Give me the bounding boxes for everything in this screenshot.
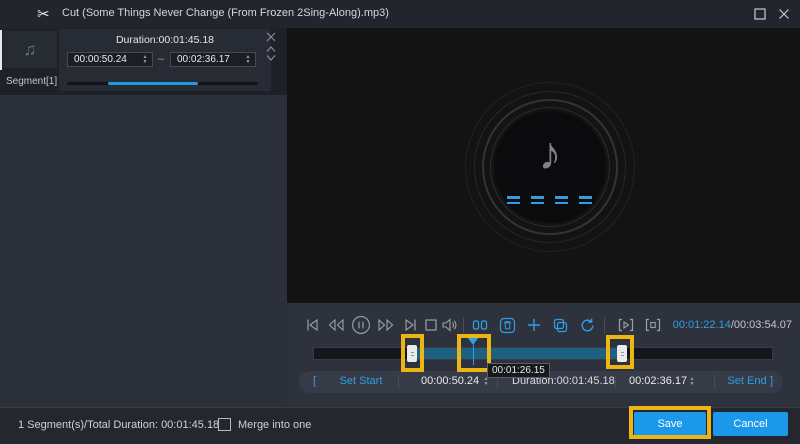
title-bar: ✂ Cut (Some Things Never Change (From Fr… [0,0,800,28]
segment-list-strip: ♫ Segment[1] Duration:00:01:45.18 00:00:… [0,28,287,95]
skip-start-icon[interactable] [301,314,323,336]
merge-into-one-label: Merge into one [238,419,312,431]
segment-mini-progress [67,82,258,85]
segment-start-input[interactable]: 00:00:50.24 ▲ ▼ [67,52,153,67]
scissors-icon: ✂ [37,6,50,23]
close-bracket: ] [769,375,773,387]
delete-segment-icon[interactable] [496,314,518,336]
segment-list-body: Add Segment Fast Split [0,95,287,444]
equalizer-bars-icon [531,196,544,205]
rewind-icon[interactable] [325,314,347,336]
segment-move-up-icon[interactable] [265,45,277,53]
spinner-down-icon[interactable]: ▼ [484,382,489,387]
trim-start-input[interactable]: 00:00:50.24 [421,375,479,387]
skip-end-icon[interactable] [399,314,421,336]
segment-thumbnail[interactable]: ♫ [3,31,57,68]
equalizer-bars-icon [507,196,520,205]
spinner-down-icon[interactable]: ▼ [143,59,148,65]
segment-end-spinner[interactable]: ▲ ▼ [243,53,253,66]
range-dash: – [158,53,165,65]
action-bar-divider [398,375,399,389]
segment-end-input[interactable]: 00:02:36.17 ▲ ▼ [170,52,256,67]
segment-start-value: 00:00:50.24 [74,54,127,65]
playhead-marker[interactable] [467,337,479,345]
equalizer-bars-icon [579,196,592,205]
pause-icon[interactable] [350,314,372,336]
spinner-down-icon[interactable]: ▼ [246,59,251,65]
play-segment-icon[interactable] [615,314,637,336]
reset-icon[interactable] [576,314,598,336]
trim-end-handle[interactable] [617,345,627,362]
action-bar-divider [615,375,616,389]
playhead-time-tooltip: 00:01:26.15 [487,363,550,378]
maximize-button[interactable] [752,7,768,21]
cancel-button[interactable]: Cancel [713,412,788,436]
audio-note-icon: ♪ [538,127,562,179]
segment-duration-label: Duration:00:01:45.18 [115,34,215,46]
trim-end-input[interactable]: 00:02:36.17 [629,375,687,387]
copy-segment-icon[interactable] [549,314,571,336]
current-time: 00:01:22.14 [672,319,731,331]
trim-end-spinner[interactable]: ▲ ▼ [687,373,697,391]
open-bracket: [ [313,375,317,387]
save-button[interactable]: Save [634,412,706,436]
close-button[interactable] [776,7,792,21]
add-icon[interactable] [523,314,545,336]
segment-remove-icon[interactable] [265,31,277,43]
segment-end-value: 00:02:36.17 [177,54,230,65]
action-bar-divider [714,375,715,389]
set-start-button[interactable]: Set Start [333,375,389,387]
total-time: /00:03:54.07 [730,319,792,331]
segment-label: Segment[1] [6,76,58,87]
music-note-icon: ♫ [23,39,37,59]
timeline-selection[interactable] [412,348,627,359]
spinner-down-icon[interactable]: ▼ [690,382,695,387]
cut-dialog-window: ✂ Cut (Some Things Never Change (From Fr… [0,0,800,444]
equalizer-bars-icon [555,196,568,205]
segment-start-spinner[interactable]: ▲ ▼ [140,53,150,66]
merge-into-one-checkbox[interactable] [218,418,231,431]
segment-mini-progress-fill [108,82,198,85]
split-segment-icon[interactable] [469,314,491,336]
fast-forward-icon[interactable] [375,314,397,336]
stop-segment-icon[interactable] [642,314,664,336]
segment-selected-indicator [0,30,2,70]
segment-status-text: 1 Segment(s)/Total Duration: 00:01:45.18 [18,419,220,431]
toolbar-separator [463,317,464,333]
segment-move-down-icon[interactable] [265,54,277,62]
playhead-line [472,345,474,365]
footer-bar: 1 Segment(s)/Total Duration: 00:01:45.18… [0,407,800,444]
preview-area: ♪ [287,28,800,303]
window-title: Cut (Some Things Never Change (From Froz… [62,7,389,19]
playback-time-display: 00:01:22.14/00:03:54.07 [673,319,792,331]
playback-controls-panel: 00:01:22.14/00:03:54.07 [ Set Start 00:0… [287,303,800,407]
toolbar-separator [604,317,605,333]
volume-icon[interactable] [439,314,461,336]
set-end-button[interactable]: Set End [727,375,767,387]
segment-duration-panel: Duration:00:01:45.18 00:00:50.24 ▲ ▼ – 0… [59,29,271,91]
trim-start-handle[interactable] [407,345,417,362]
